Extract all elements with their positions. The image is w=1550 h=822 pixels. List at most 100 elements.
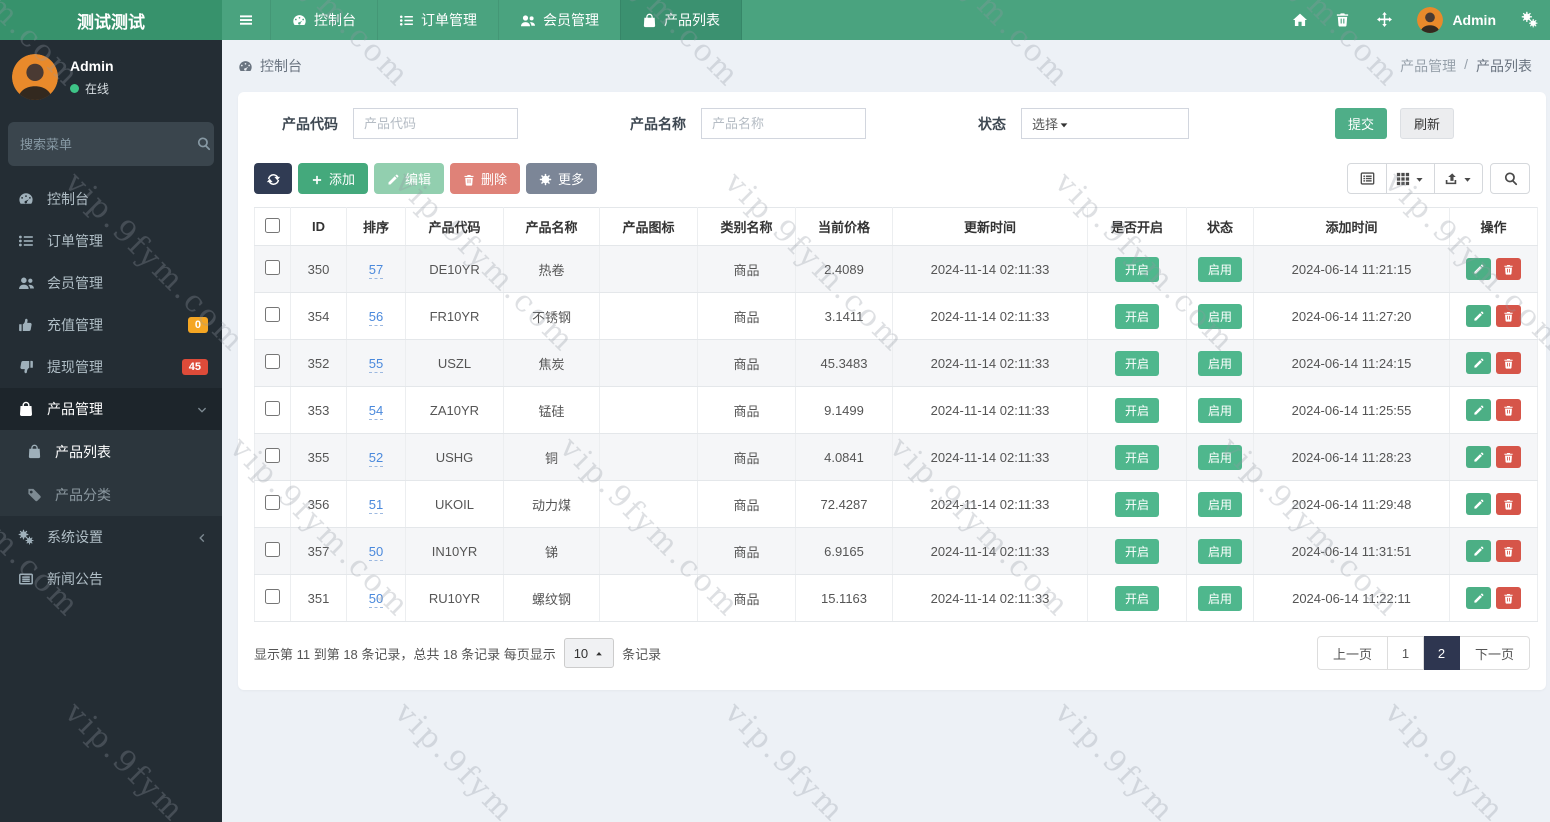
sidebar-subitem-product-list[interactable]: 产品列表 xyxy=(0,430,222,473)
sort-link[interactable]: 51 xyxy=(368,496,384,514)
sidebar-item-dashboard[interactable]: 控制台 xyxy=(0,178,222,220)
caret-down-icon xyxy=(1058,116,1070,131)
hamburger-icon xyxy=(238,11,254,29)
row-edit-button[interactable] xyxy=(1466,258,1491,280)
sort-link[interactable]: 50 xyxy=(368,590,384,608)
pencil-icon xyxy=(1473,264,1484,275)
row-checkbox[interactable] xyxy=(265,448,280,463)
records-summary: 显示第 11 到第 18 条记录，总共 18 条记录 每页显示 xyxy=(254,646,556,662)
cell-id: 350 xyxy=(290,245,347,293)
row-delete-button[interactable] xyxy=(1496,493,1521,515)
cell-name: 锰硅 xyxy=(503,386,600,434)
cell-price: 9.1499 xyxy=(795,386,893,434)
sidebar-item-withdraw[interactable]: 提现管理 45 xyxy=(0,346,222,388)
row-checkbox[interactable] xyxy=(265,542,280,557)
pagination-page-2[interactable]: 2 xyxy=(1423,636,1460,670)
sidebar-item-members[interactable]: 会员管理 xyxy=(0,262,222,304)
breadcrumb: 控制台 产品管理 / 产品列表 xyxy=(222,40,1550,92)
product-name-input[interactable] xyxy=(701,108,866,139)
row-edit-button[interactable] xyxy=(1466,446,1491,468)
main-content: 控制台 产品管理 / 产品列表 产品代码 产品名称 状态 选择 xyxy=(222,40,1550,822)
refresh-button[interactable]: 刷新 xyxy=(1399,108,1454,139)
sort-link[interactable]: 50 xyxy=(368,543,384,561)
row-delete-button[interactable] xyxy=(1496,446,1521,468)
sidebar-subitem-product-category[interactable]: 产品分类 xyxy=(0,473,222,516)
cell-icon xyxy=(599,292,698,340)
fullscreen-button[interactable] xyxy=(1363,0,1405,40)
submit-button[interactable]: 提交 xyxy=(1334,108,1387,139)
row-checkbox[interactable] xyxy=(265,495,280,510)
export-button[interactable] xyxy=(1435,163,1483,194)
toggle-detail-view-button[interactable] xyxy=(1347,163,1387,194)
row-edit-button[interactable] xyxy=(1466,493,1491,515)
row-edit-button[interactable] xyxy=(1466,587,1491,609)
sort-link[interactable]: 56 xyxy=(368,308,384,326)
sort-link[interactable]: 57 xyxy=(368,261,384,279)
row-edit-button[interactable] xyxy=(1466,540,1491,562)
refresh-icon xyxy=(266,170,281,186)
clear-cache-button[interactable] xyxy=(1321,0,1363,40)
product-code-input[interactable] xyxy=(353,108,518,139)
row-delete-button[interactable] xyxy=(1496,352,1521,374)
reload-button[interactable] xyxy=(254,163,292,194)
add-button[interactable]: 添加 xyxy=(298,163,369,194)
delete-button[interactable]: 删除 xyxy=(450,163,521,194)
select-all-checkbox[interactable] xyxy=(265,217,280,233)
sidebar-submenu: 产品列表 产品分类 xyxy=(0,430,222,516)
col-sort: 排序 xyxy=(346,207,406,246)
home-button[interactable] xyxy=(1279,0,1321,40)
columns-button[interactable] xyxy=(1387,163,1435,194)
trash-icon xyxy=(1503,593,1514,604)
row-checkbox[interactable] xyxy=(265,354,280,369)
nav-tab-products[interactable]: 产品列表 xyxy=(620,0,742,40)
pagination-prev[interactable]: 上一页 xyxy=(1316,636,1388,670)
table-search-button[interactable] xyxy=(1490,163,1530,194)
open-badge: 开启 xyxy=(1114,303,1159,329)
sidebar-item-settings[interactable]: 系统设置 xyxy=(0,516,222,558)
nav-tab-dashboard[interactable]: 控制台 xyxy=(270,0,377,40)
nav-tab-label: 产品列表 xyxy=(664,12,720,28)
settings-button[interactable] xyxy=(1508,0,1550,40)
page-size-value: 10 xyxy=(573,645,589,661)
row-edit-button[interactable] xyxy=(1466,399,1491,421)
row-checkbox[interactable] xyxy=(265,401,280,416)
row-delete-button[interactable] xyxy=(1496,305,1521,327)
row-delete-button[interactable] xyxy=(1496,258,1521,280)
nav-tab-members[interactable]: 会员管理 xyxy=(498,0,620,40)
row-checkbox[interactable] xyxy=(265,589,280,604)
sort-link[interactable]: 54 xyxy=(368,402,384,420)
more-button[interactable]: 更多 xyxy=(526,163,598,194)
withdraw-badge: 45 xyxy=(181,359,208,375)
row-checkbox[interactable] xyxy=(265,307,280,322)
row-delete-button[interactable] xyxy=(1496,540,1521,562)
sort-link[interactable]: 52 xyxy=(368,449,384,467)
pagination-page-1[interactable]: 1 xyxy=(1387,636,1424,670)
nav-tab-orders[interactable]: 订单管理 xyxy=(377,0,498,40)
top-nav-tabs: 控制台 订单管理 会员管理 产品列表 xyxy=(270,0,742,40)
breadcrumb-parent[interactable]: 产品管理 xyxy=(1400,56,1456,76)
user-menu-button[interactable]: Admin xyxy=(1405,7,1508,33)
sidebar-toggle-button[interactable] xyxy=(222,0,270,40)
pagination-next[interactable]: 下一页 xyxy=(1459,636,1530,670)
row-delete-button[interactable] xyxy=(1496,587,1521,609)
sidebar-item-orders[interactable]: 订单管理 xyxy=(0,220,222,262)
sidebar-search-input[interactable] xyxy=(20,136,196,152)
trash-icon xyxy=(1503,264,1514,275)
cell-updated: 2024-11-14 02:11:33 xyxy=(892,339,1088,387)
nav-tab-label: 控制台 xyxy=(314,12,356,28)
sort-link[interactable]: 55 xyxy=(368,355,384,373)
page-size-select[interactable]: 10 xyxy=(563,638,615,668)
status-select[interactable]: 选择 xyxy=(1021,108,1189,139)
row-edit-button[interactable] xyxy=(1466,352,1491,374)
status-badge: 启用 xyxy=(1197,538,1242,564)
row-edit-button[interactable] xyxy=(1466,305,1491,327)
sidebar-item-recharge[interactable]: 充值管理 0 xyxy=(0,304,222,346)
cell-id: 354 xyxy=(290,292,347,340)
sidebar-item-news[interactable]: 新闻公告 xyxy=(0,558,222,600)
row-delete-button[interactable] xyxy=(1496,399,1521,421)
cell-name: 热卷 xyxy=(503,245,600,293)
cell-added: 2024-06-14 11:28:23 xyxy=(1253,433,1450,481)
edit-button[interactable]: 编辑 xyxy=(374,163,445,194)
row-checkbox[interactable] xyxy=(265,260,280,275)
sidebar-item-products[interactable]: 产品管理 xyxy=(0,388,222,430)
